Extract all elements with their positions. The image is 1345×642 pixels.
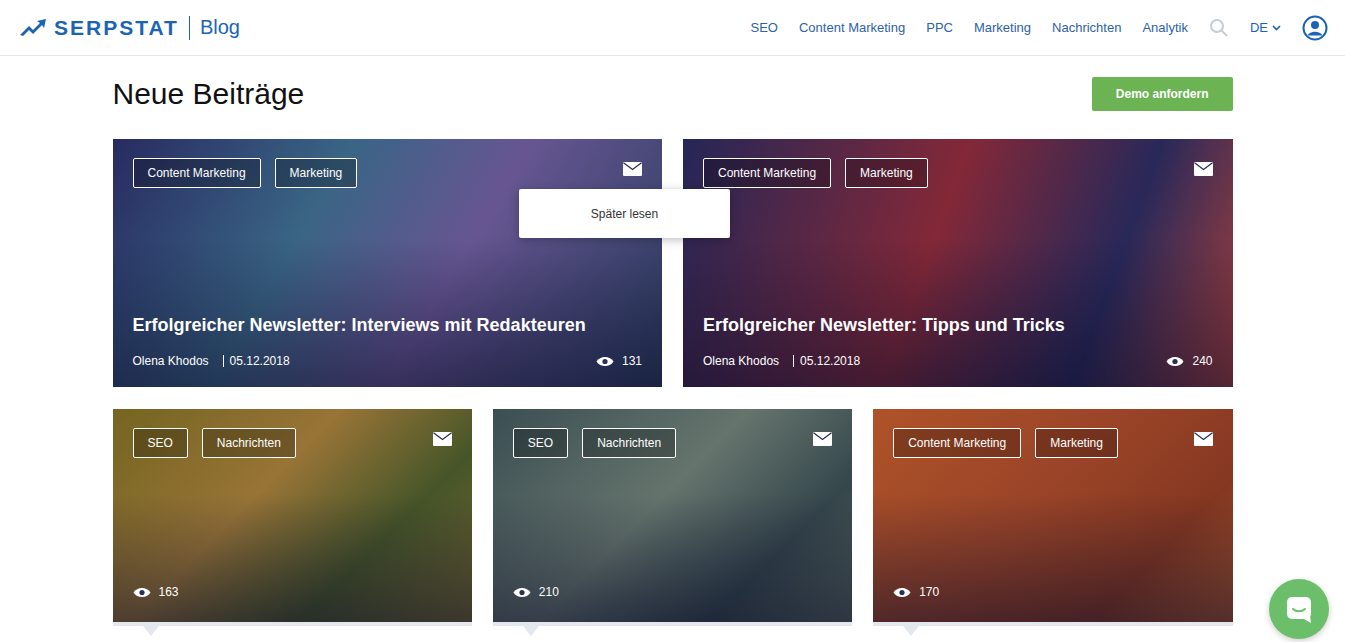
card-top: SEO Nachrichten: [133, 428, 452, 458]
chat-icon: [1284, 594, 1314, 624]
eye-icon: [1166, 356, 1184, 367]
caption-notch: [903, 626, 919, 636]
main-nav: SEO Content Marketing PPC Marketing Nachrich…: [751, 15, 1328, 41]
nav-link[interactable]: PPC: [926, 20, 953, 35]
logo-arrow-icon: [20, 19, 46, 37]
meta-separator: [223, 355, 224, 367]
brand-name: SERPSTAT: [54, 16, 179, 40]
tag-list: Content Marketing Marketing: [893, 428, 1118, 458]
date: 05.12.2018: [800, 354, 860, 368]
post-meta: Olena Khodos 05.12.2018 240: [703, 354, 1213, 368]
eye-icon: [893, 587, 911, 598]
caption-notch: [143, 626, 159, 636]
tag[interactable]: Content Marketing: [893, 428, 1021, 458]
card-info: 210: [513, 585, 832, 599]
eye-icon: [513, 587, 531, 598]
card-info: Erfolgreicher Newsletter: Interviews mit…: [133, 314, 643, 369]
post-meta: Olena Khodos 05.12.2018 131: [133, 354, 643, 368]
view-count: 163: [133, 585, 179, 599]
tag[interactable]: Nachrichten: [582, 428, 676, 458]
post-card[interactable]: Content Marketing Marketing Erfolgreicher…: [683, 139, 1233, 387]
blog-page: SERPSTAT Blog SEO Content Marketing PPC Mar…: [0, 0, 1345, 642]
author[interactable]: Olena Khodos: [133, 354, 209, 368]
read-later-menu: Später lesen: [519, 189, 730, 238]
tag-list: Content Marketing Marketing: [703, 158, 928, 188]
top-bar: SERPSTAT Blog SEO Content Marketing PPC Mar…: [0, 0, 1345, 56]
meta-separator: [793, 355, 794, 367]
post-card[interactable]: SEO Nachrichten 210: [493, 409, 852, 642]
page-title: Neue Beiträge: [113, 77, 305, 111]
blog-label: Blog: [200, 16, 240, 39]
chevron-down-icon: [1272, 25, 1281, 31]
language-switch[interactable]: DE: [1250, 20, 1281, 35]
demo-button[interactable]: Demo anfordern: [1092, 77, 1233, 111]
title-row: Neue Beiträge Demo anfordern: [113, 77, 1233, 111]
mail-icon[interactable]: [433, 432, 452, 446]
tag[interactable]: Marketing: [1035, 428, 1118, 458]
post-picture: SEO Nachrichten 163: [113, 409, 472, 622]
post-picture: SEO Nachrichten 210: [493, 409, 852, 622]
view-count: 131: [596, 354, 642, 368]
view-count: 240: [1166, 354, 1212, 368]
tag[interactable]: SEO: [513, 428, 568, 458]
nav-link[interactable]: SEO: [751, 20, 778, 35]
tag[interactable]: SEO: [133, 428, 188, 458]
read-later-option[interactable]: Später lesen: [591, 207, 658, 221]
card-top: Content Marketing Marketing: [703, 158, 1213, 188]
eye-icon: [133, 587, 151, 598]
content: Neue Beiträge Demo anfordern Content Mar…: [113, 56, 1233, 642]
featured-posts: Content Marketing Marketing Erfolgreicher…: [113, 139, 1233, 387]
author[interactable]: Olena Khodos: [703, 354, 779, 368]
nav-link[interactable]: Content Marketing: [799, 20, 905, 35]
user-icon[interactable]: [1302, 15, 1328, 41]
view-count: 170: [893, 585, 939, 599]
mail-icon[interactable]: [1194, 162, 1213, 176]
nav-link[interactable]: Analytik: [1142, 20, 1188, 35]
nav-link[interactable]: Nachrichten: [1052, 20, 1121, 35]
card-info: Erfolgreicher Newsletter: Tipps und Tric…: [703, 314, 1213, 369]
tag-list: SEO Nachrichten: [513, 428, 676, 458]
tag[interactable]: Content Marketing: [703, 158, 831, 188]
post-card[interactable]: Content Marketing Marketing 170: [873, 409, 1232, 642]
card-info: 170: [893, 585, 1212, 599]
tag[interactable]: Marketing: [845, 158, 928, 188]
card-top: Content Marketing Marketing: [893, 428, 1212, 458]
date: 05.12.2018: [230, 354, 290, 368]
card-caption: [113, 622, 472, 642]
tag[interactable]: Content Marketing: [133, 158, 261, 188]
post-grid: SEO Nachrichten 163 SEO Nachrichten 210 Co…: [113, 409, 1233, 642]
mail-icon[interactable]: [623, 162, 642, 176]
chat-button[interactable]: [1269, 579, 1329, 639]
view-count: 210: [513, 585, 559, 599]
post-title[interactable]: Erfolgreicher Newsletter: Tipps und Tric…: [703, 314, 1213, 337]
tag[interactable]: Nachrichten: [202, 428, 296, 458]
tag-list: SEO Nachrichten: [133, 428, 296, 458]
mail-icon[interactable]: [813, 432, 832, 446]
eye-icon: [596, 356, 614, 367]
search-icon[interactable]: [1209, 18, 1229, 38]
logo-divider: [189, 16, 190, 40]
card-top: SEO Nachrichten: [513, 428, 832, 458]
post-picture: Content Marketing Marketing 170: [873, 409, 1232, 622]
mail-icon[interactable]: [1194, 432, 1213, 446]
card-top: Content Marketing Marketing: [133, 158, 643, 188]
logo[interactable]: SERPSTAT Blog: [20, 16, 240, 40]
card-caption: [493, 622, 852, 642]
post-card[interactable]: SEO Nachrichten 163: [113, 409, 472, 642]
post-card[interactable]: Content Marketing Marketing Erfolgreicher…: [113, 139, 663, 387]
post-title[interactable]: Erfolgreicher Newsletter: Interviews mit…: [133, 314, 643, 337]
card-info: 163: [133, 585, 452, 599]
caption-notch: [523, 626, 539, 636]
card-caption: [873, 622, 1232, 642]
tag[interactable]: Marketing: [275, 158, 358, 188]
nav-link[interactable]: Marketing: [974, 20, 1031, 35]
tag-list: Content Marketing Marketing: [133, 158, 358, 188]
